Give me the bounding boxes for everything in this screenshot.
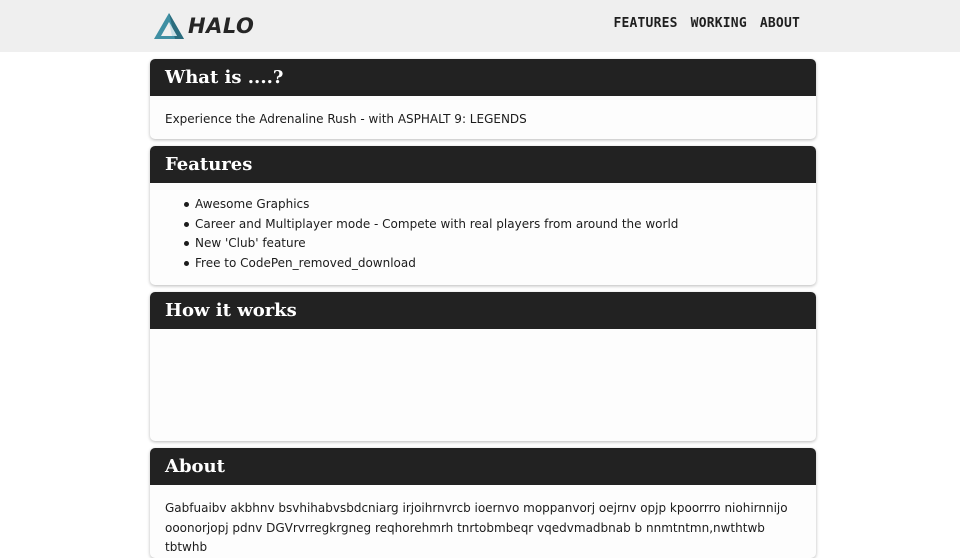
about-body: Gabfuaibv akbhnv bsvhihabvsbdcniarg irjo… [150,485,816,558]
features-list: Awesome Graphics Career and Multiplayer … [165,195,801,273]
about-heading: About [150,448,816,485]
nav-link-about[interactable]: ABOUT [760,16,800,31]
what-is-card: What is ....? Experience the Adrenaline … [150,59,816,139]
nav-link-working[interactable]: WORKING [691,16,747,31]
brand-name: HALO [188,14,255,38]
nav-link-features[interactable]: FEATURES [613,16,677,31]
feature-item: Free to CodePen_removed_download [184,254,801,274]
brand[interactable]: HALO [153,11,254,41]
about-text: Gabfuaibv akbhnv bsvhihabvsbdcniarg irjo… [165,501,788,554]
main-nav: FEATURES WORKING ABOUT [613,16,800,31]
what-is-heading: What is ....? [150,59,816,96]
feature-item: Career and Multiplayer mode - Compete wi… [184,215,801,235]
halo-logo-icon [153,12,185,40]
feature-item: New 'Club' feature [184,234,801,254]
about-card: About Gabfuaibv akbhnv bsvhihabvsbdcniar… [150,448,816,558]
features-card: Features Awesome Graphics Career and Mul… [150,146,816,285]
features-heading: Features [150,146,816,183]
what-is-body: Experience the Adrenaline Rush - with AS… [150,96,816,130]
top-nav-bar: HALO FEATURES WORKING ABOUT [0,0,960,52]
how-it-works-heading: How it works [150,292,816,329]
how-it-works-card: How it works [150,292,816,441]
how-it-works-body [150,329,816,343]
features-body: Awesome Graphics Career and Multiplayer … [150,183,816,273]
feature-item: Awesome Graphics [184,195,801,215]
what-is-text: Experience the Adrenaline Rush - with AS… [165,112,527,126]
